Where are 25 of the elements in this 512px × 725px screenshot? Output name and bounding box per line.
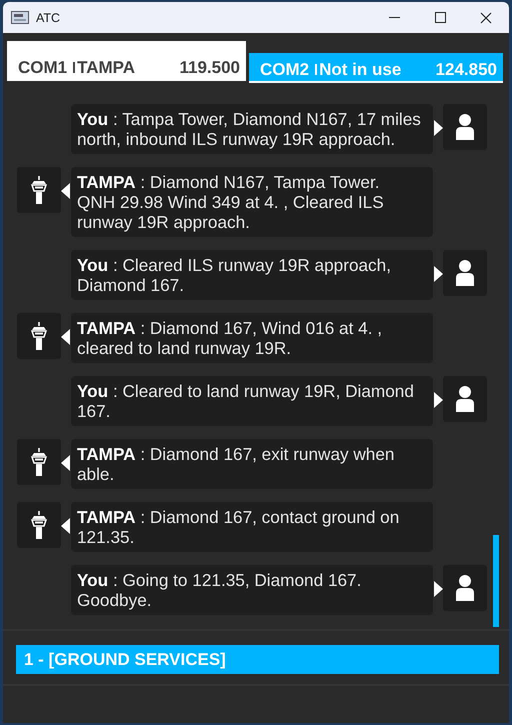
minimize-icon: [388, 16, 400, 18]
chat-message: TAMPA : Diamond 167, contact ground on 121.35.: [71, 502, 433, 552]
app-icon: [11, 11, 29, 24]
maximize-icon: [434, 12, 446, 23]
control-tower-icon: [31, 322, 47, 350]
chat-message: You : Cleared ILS runway 19R approach, Diamond 167.: [71, 250, 433, 300]
scrollbar-thumb[interactable]: [493, 535, 499, 627]
chat-message: TAMPA : Diamond N167, Tampa Tower. QNH 29.98 Wind 349 at 4. , Cleared ILS runway 19R approach.: [71, 167, 433, 237]
chat-message: You : Cleared to land runway 19R, Diamond 167.: [71, 376, 433, 426]
chat-message: You : Going to 121.35, Diamond 167. Goodbye.: [71, 565, 433, 615]
window-title: ATC: [36, 10, 62, 24]
person-icon: [455, 575, 475, 601]
chat-message: TAMPA : Diamond 167, Wind 016 at 4. , cleared to land runway 19R.: [71, 313, 433, 363]
chat-message: You : Tampa Tower, Diamond N167, 17 miles north, inbound ILS runway 19R approach.: [71, 104, 433, 154]
com-tab[interactable]: COM2 Not in use 124.850: [249, 53, 503, 83]
person-icon: [455, 260, 475, 286]
person-icon: [455, 114, 475, 140]
chat-message: TAMPA : Diamond 167, exit runway when able.: [71, 439, 433, 489]
control-tower-icon: [31, 511, 47, 539]
control-tower-icon: [31, 176, 47, 204]
control-tower-icon: [31, 448, 47, 476]
menu-option[interactable]: 1 - [GROUND SERVICES]: [16, 645, 499, 674]
close-icon: [480, 12, 492, 24]
com-tab[interactable]: COM1 TAMPA 119.500: [7, 41, 246, 81]
person-icon: [455, 386, 475, 412]
